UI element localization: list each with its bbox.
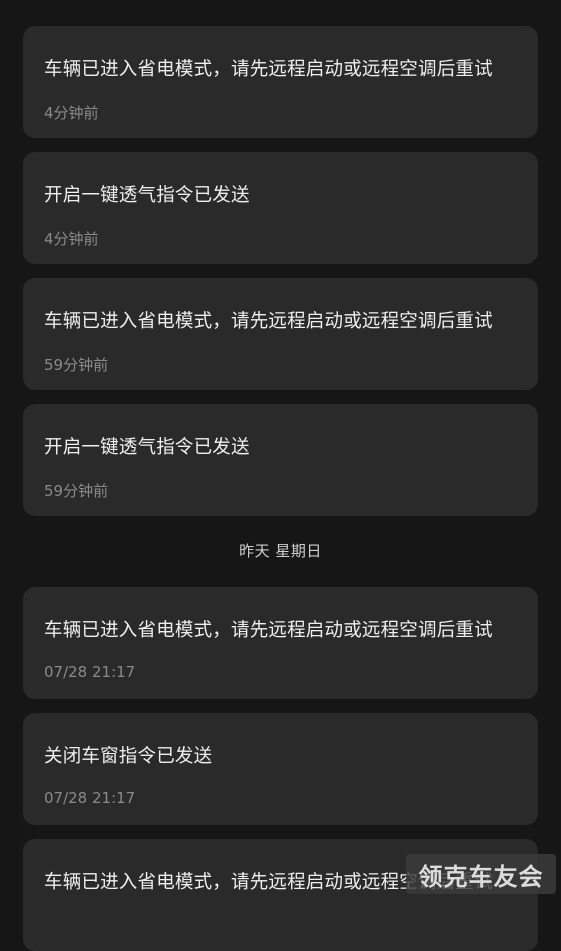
notification-time: 4分钟前 [44,230,99,248]
notification-time: 07/28 21:17 [44,663,136,681]
notification-card[interactable]: 开启一键透气指令已发送 4分钟前 [23,152,538,264]
notification-message: 开启一键透气指令已发送 [44,437,250,458]
notification-message: 车辆已进入省电模式，请先远程启动或远程空调后重试 [44,59,493,80]
notification-card[interactable]: 车辆已进入省电模式，请先远程启动或远程空调后重试 07/28 21:17 [23,587,538,699]
notification-feed: 车辆已进入省电模式，请先远程启动或远程空调后重试 4分钟前 开启一键透气指令已发… [0,0,561,951]
notification-time: 59分钟前 [44,482,109,500]
notification-message: 开启一键透气指令已发送 [44,185,250,206]
notification-card[interactable]: 车辆已进入省电模式，请先远程启动或远程空调后重试 59分钟前 [23,278,538,390]
notification-time: 07/28 21:17 [44,789,136,807]
watermark-logo: 领克车友会 [406,854,556,894]
notification-time: 59分钟前 [44,356,109,374]
notification-message: 车辆已进入省电模式，请先远程启动或远程空调后重试 [44,620,493,641]
notification-card[interactable]: 关闭车窗指令已发送 07/28 21:17 [23,713,538,825]
notification-card[interactable]: 开启一键透气指令已发送 59分钟前 [23,404,538,516]
date-separator: 昨天 星期日 [239,542,322,560]
notification-message: 关闭车窗指令已发送 [44,746,213,767]
notification-card[interactable]: 车辆已进入省电模式，请先远程启动或远程空调后重试 4分钟前 [23,26,538,138]
notification-time: 4分钟前 [44,104,99,122]
notification-message: 车辆已进入省电模式，请先远程启动或远程空调后重试 [44,311,493,332]
